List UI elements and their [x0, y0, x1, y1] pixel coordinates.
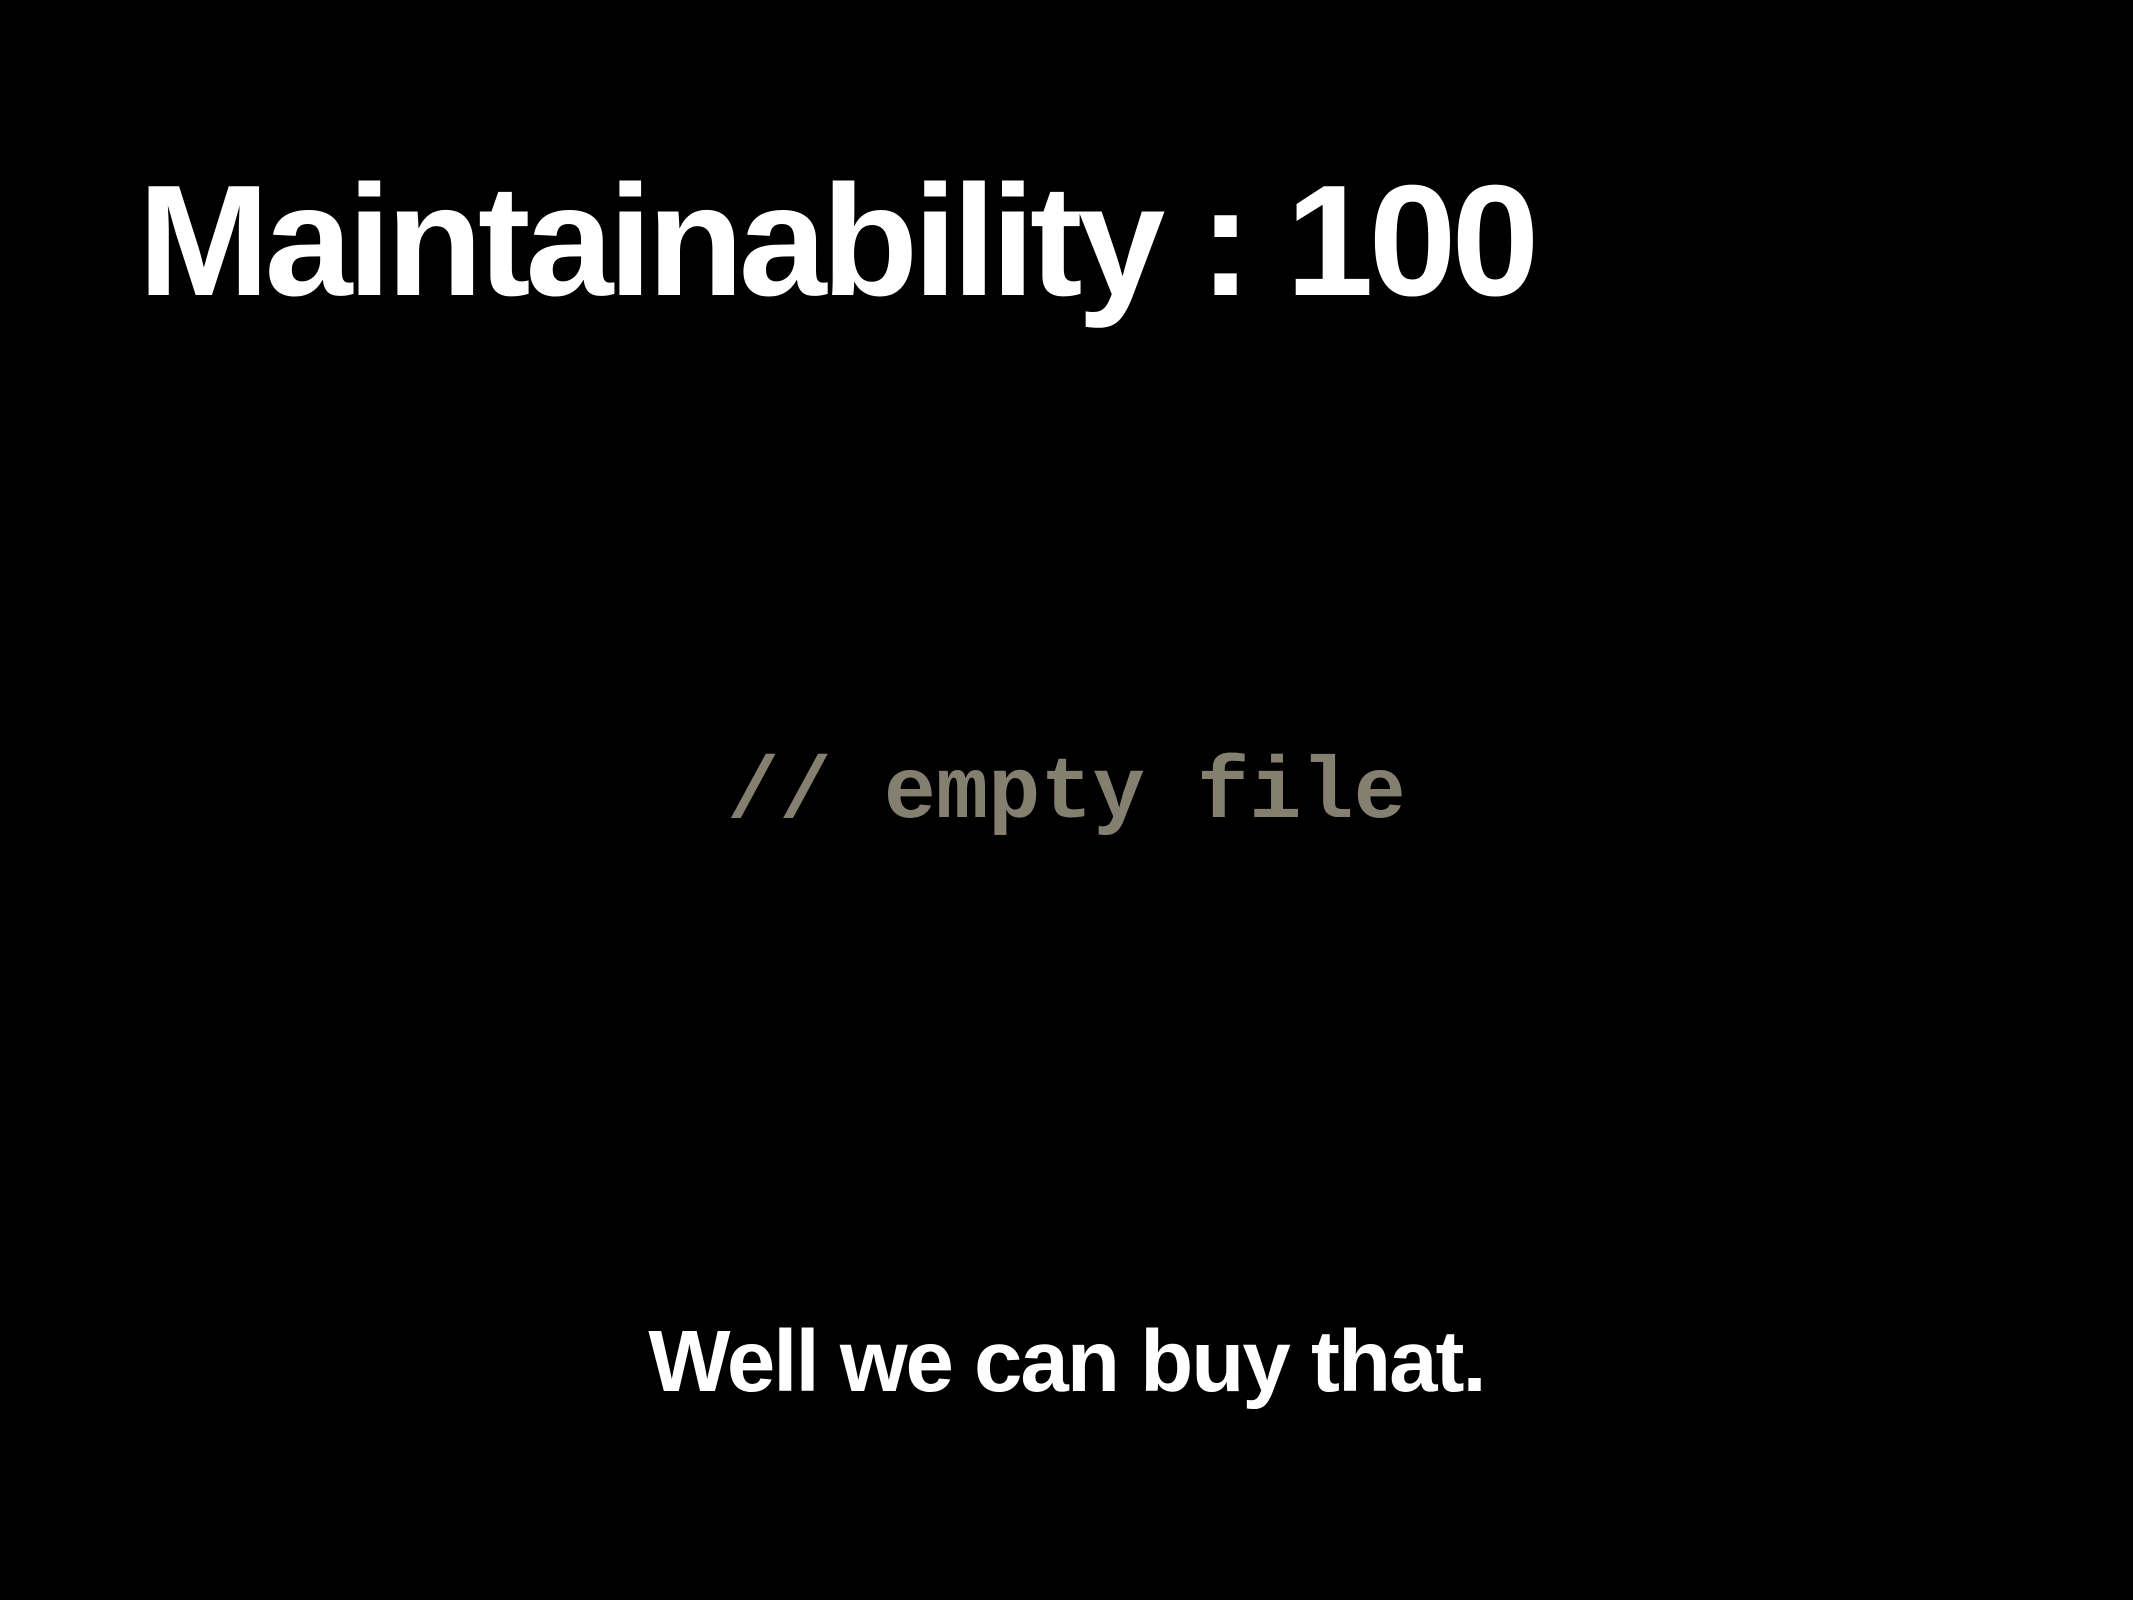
- slide-title: Maintainability : 100: [138, 153, 1539, 329]
- code-comment: // empty file: [727, 746, 1406, 844]
- slide: Maintainability : 100 // empty file Well…: [0, 0, 2133, 1600]
- slide-caption: Well we can buy that.: [648, 1313, 1486, 1410]
